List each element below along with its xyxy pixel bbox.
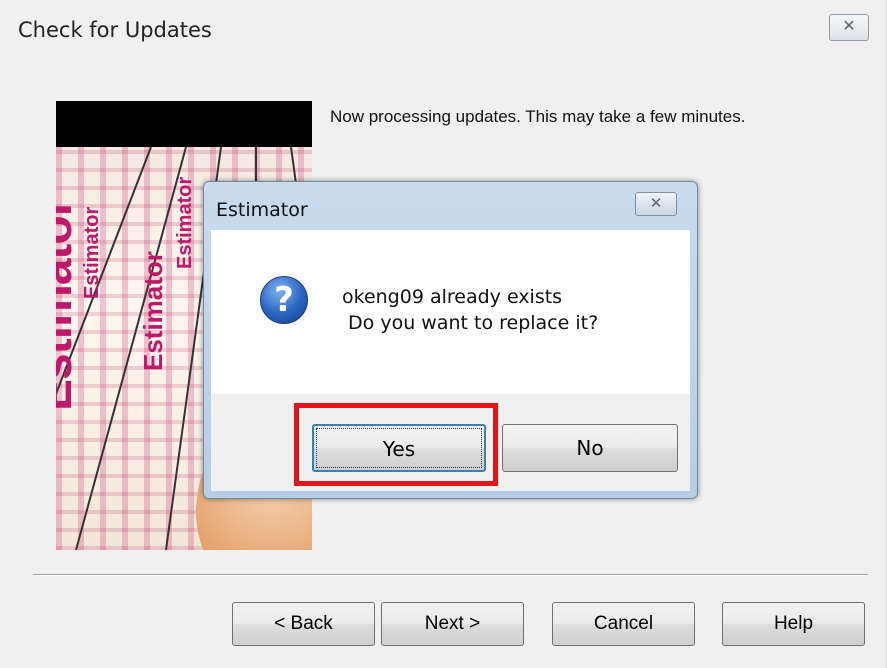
dialog-titlebar: Estimator ✕ (204, 182, 697, 237)
wizard-titlebar: Check for Updates ✕ (0, 0, 887, 58)
banner-black-strip (56, 101, 312, 147)
dialog-close-button[interactable]: ✕ (635, 192, 677, 216)
close-icon: ✕ (649, 195, 663, 212)
no-button[interactable]: No (502, 424, 678, 472)
dialog-title: Estimator (216, 199, 308, 221)
help-button[interactable]: Help (722, 602, 865, 646)
processing-status-text: Now processing updates. This may take a … (330, 107, 746, 126)
cancel-button[interactable]: Cancel (552, 602, 695, 646)
banner-brand-text-4: Estimator (81, 206, 103, 299)
wizard-title: Check for Updates (18, 18, 212, 42)
dialog-body: ? okeng09 already exists Do you want to … (211, 230, 690, 394)
back-button[interactable]: < Back (232, 602, 375, 646)
dialog-message: okeng09 already exists Do you want to re… (342, 286, 599, 334)
wizard-close-button[interactable]: ✕ (829, 14, 869, 41)
yes-button-highlight-annotation (294, 403, 498, 486)
next-button[interactable]: Next > (381, 602, 524, 646)
banner-brand-text: Estimator (56, 198, 82, 411)
question-icon: ? (260, 276, 308, 324)
banner-brand-text-2: Estimator (138, 251, 168, 371)
banner-brand-text-3: Estimator (174, 176, 196, 269)
close-icon: ✕ (842, 18, 856, 35)
footer-divider (33, 574, 868, 576)
